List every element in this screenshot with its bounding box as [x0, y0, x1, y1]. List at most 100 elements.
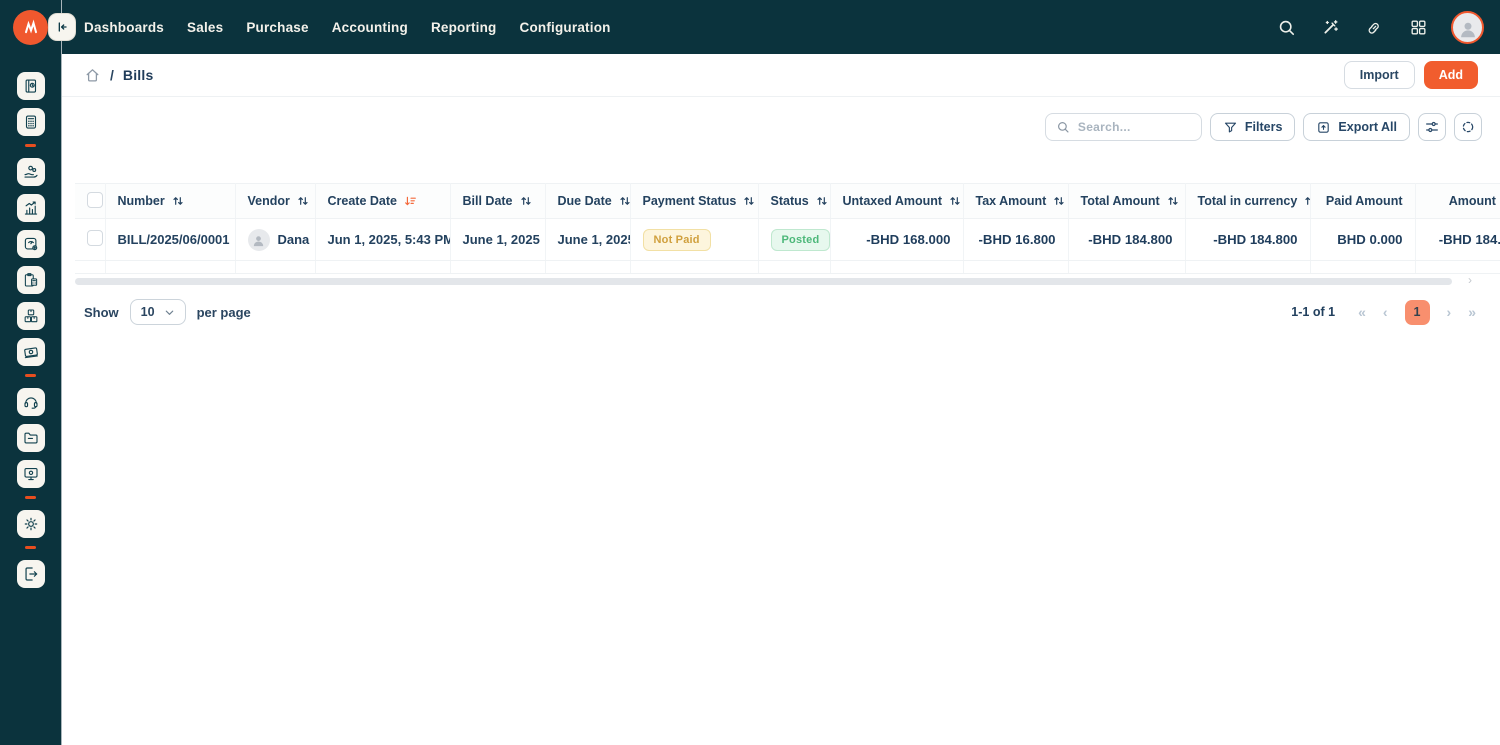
column-header-amount_due: Amount Due	[1415, 184, 1500, 219]
cell-tax_amount: -BHD 16.800	[963, 219, 1068, 261]
search-icon[interactable]	[1275, 16, 1297, 38]
sort-updown-icon[interactable]	[296, 194, 310, 208]
column-header-vendor[interactable]: Vendor	[235, 184, 315, 219]
cash-icon[interactable]	[17, 338, 45, 366]
import-button[interactable]: Import	[1344, 61, 1415, 89]
column-header-bill_date[interactable]: Bill Date	[450, 184, 545, 219]
filters-button[interactable]: Filters	[1210, 113, 1296, 141]
scroll-right-arrow-icon[interactable]: ›	[1468, 273, 1472, 287]
column-header-number[interactable]: Number	[105, 184, 235, 219]
app-sidebar	[0, 0, 62, 745]
column-header-tax_amount[interactable]: Tax Amount	[963, 184, 1068, 219]
column-label-total_amount: Total Amount	[1081, 194, 1160, 208]
pagination-range: 1-1 of 1	[1291, 305, 1335, 319]
list-toolbar: Filters Export All	[62, 97, 1500, 141]
column-header-due_date[interactable]: Due Date	[545, 184, 630, 219]
export-all-button[interactable]: Export All	[1303, 113, 1410, 141]
cell-bill_date: June 1, 2025	[450, 219, 545, 261]
sidebar-separator	[25, 374, 36, 377]
user-avatar[interactable]	[1451, 11, 1484, 44]
packages-icon[interactable]	[17, 302, 45, 330]
nav-item-dashboards[interactable]: Dashboards	[84, 20, 164, 35]
brand-logo-icon[interactable]	[13, 10, 48, 45]
hand-coins-icon[interactable]	[17, 158, 45, 186]
vendor-avatar	[248, 229, 270, 251]
cell-untaxed_amount: -BHD 168.000	[830, 219, 963, 261]
prev-page-icon[interactable]: ‹	[1383, 305, 1388, 319]
horizontal-scrollbar-thumb[interactable]	[75, 278, 1452, 285]
gear-icon[interactable]	[17, 510, 45, 538]
column-label-amount_due: Amount Due	[1449, 194, 1500, 208]
export-all-label: Export All	[1338, 120, 1397, 134]
calculator-icon[interactable]	[17, 108, 45, 136]
vendor-name: Dana	[278, 232, 310, 247]
next-page-icon[interactable]: ›	[1447, 305, 1452, 319]
select-all-checkbox[interactable]	[87, 192, 103, 208]
payment_status-badge: Not Paid	[643, 229, 711, 251]
page-title: Bills	[123, 67, 154, 83]
column-label-total_in_currency: Total in currency	[1198, 194, 1298, 208]
column-header-untaxed_amount[interactable]: Untaxed Amount	[830, 184, 963, 219]
column-header-payment_status[interactable]: Payment Status	[630, 184, 758, 219]
sort-updown-icon[interactable]	[618, 194, 630, 208]
column-header-select[interactable]	[75, 184, 105, 219]
cell-total_in_currency: -BHD 184.800	[1185, 219, 1310, 261]
clipboard-calculator-icon[interactable]	[17, 266, 45, 294]
column-label-vendor: Vendor	[248, 194, 290, 208]
cell-number: BILL/2025/06/0001	[105, 219, 235, 261]
sort-updown-icon[interactable]	[742, 194, 756, 208]
sort-updown-icon[interactable]	[948, 194, 962, 208]
folder-document-icon[interactable]	[17, 424, 45, 452]
nav-item-accounting[interactable]: Accounting	[332, 20, 408, 35]
search-input[interactable]	[1078, 120, 1191, 134]
page-size-select[interactable]: 10	[130, 299, 186, 325]
nav-item-configuration[interactable]: Configuration	[520, 20, 611, 35]
sort-updown-icon[interactable]	[171, 194, 185, 208]
sort-updown-icon[interactable]	[1052, 194, 1066, 208]
cell-vendor: Dana	[235, 219, 315, 261]
export-file-icon	[1316, 120, 1331, 135]
last-page-icon[interactable]: »	[1468, 305, 1476, 319]
nav-item-reporting[interactable]: Reporting	[431, 20, 497, 35]
sort-updown-icon[interactable]	[1166, 194, 1180, 208]
logout-icon[interactable]	[17, 560, 45, 588]
add-button[interactable]: Add	[1424, 61, 1478, 89]
column-header-total_in_currency[interactable]: Total in currency	[1185, 184, 1310, 219]
nav-item-sales[interactable]: Sales	[187, 20, 223, 35]
apps-grid-icon[interactable]	[1407, 16, 1429, 38]
cell-status: Posted	[758, 219, 830, 261]
cell-payment_status: Not Paid	[630, 219, 758, 261]
table-row[interactable]: BILL/2025/06/0001DanaJun 1, 2025, 5:43 P…	[75, 219, 1500, 261]
column-header-create_date[interactable]: Create Date	[315, 184, 450, 219]
magic-wand-icon[interactable]	[1319, 16, 1341, 38]
cell-amount_due: -BHD 184.800	[1415, 219, 1500, 261]
column-label-tax_amount: Tax Amount	[976, 194, 1047, 208]
horizontal-scrollbar: ›	[75, 277, 1480, 286]
row-checkbox[interactable]	[87, 230, 103, 246]
home-icon[interactable]	[84, 67, 101, 84]
column-header-status[interactable]: Status	[758, 184, 830, 219]
sort-updown-icon[interactable]	[1303, 194, 1310, 208]
sort-desc-icon[interactable]	[403, 194, 417, 208]
top-navigation-bar: Dashboards Sales Purchase Accounting Reporti…	[0, 0, 1500, 54]
growth-chart-icon[interactable]	[17, 194, 45, 222]
sort-updown-icon[interactable]	[815, 194, 829, 208]
cell-paid_amount: BHD 0.000	[1310, 219, 1415, 261]
sidebar-separator	[25, 496, 36, 499]
headset-icon[interactable]	[17, 388, 45, 416]
scan-circle-icon[interactable]	[1454, 113, 1482, 141]
sort-updown-icon[interactable]	[519, 194, 533, 208]
collapse-sidebar-icon[interactable]	[49, 14, 75, 40]
monitor-icon[interactable]	[17, 460, 45, 488]
column-header-total_amount[interactable]: Total Amount	[1068, 184, 1185, 219]
per-page-label: per page	[197, 305, 251, 320]
first-page-icon[interactable]: «	[1358, 305, 1366, 319]
nav-item-purchase[interactable]: Purchase	[246, 20, 308, 35]
show-label: Show	[84, 305, 119, 320]
adjust-sliders-icon[interactable]	[1418, 113, 1446, 141]
ledger-book-icon[interactable]	[17, 72, 45, 100]
sidebar-separator	[25, 144, 36, 147]
link-icon[interactable]	[1363, 16, 1385, 38]
page-1-button[interactable]: 1	[1405, 300, 1430, 325]
scale-icon[interactable]	[17, 230, 45, 258]
